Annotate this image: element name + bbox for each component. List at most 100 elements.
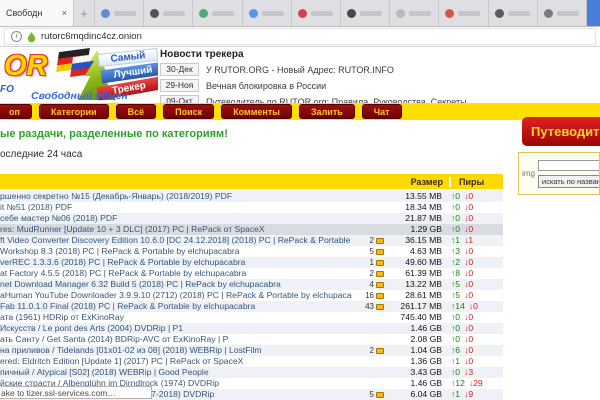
torrent-title-link[interactable]: verREC 1.3.3.6 (2018) PC | RePack & Port… bbox=[0, 257, 352, 268]
tab-close-icon[interactable]: × bbox=[62, 8, 67, 18]
site-logo[interactable]: OR FO Самый Лучший Трекер Свободный обме… bbox=[0, 48, 158, 103]
torrent-title-link[interactable]: на приливов / Tidelands [01x01-02 из 08]… bbox=[0, 345, 352, 356]
comments-cell[interactable]: 5 bbox=[352, 246, 384, 257]
tab-favicon bbox=[199, 9, 208, 18]
seeders-up-arrow: ↑0 bbox=[451, 312, 460, 322]
news-link[interactable]: У RUTOR.ORG - Новый Адрес: RUTOR.INFO bbox=[206, 65, 394, 75]
browser-tab[interactable] bbox=[538, 0, 587, 26]
comments-count: 1 bbox=[370, 257, 374, 268]
peers-cell: ↑0↓0 bbox=[442, 323, 503, 334]
torrent-title-link[interactable]: ered: Eldritch Edition [Update 1] (2017)… bbox=[0, 356, 352, 367]
peers-cell: ↑0↓0 bbox=[442, 202, 503, 213]
browser-tab[interactable] bbox=[144, 0, 193, 26]
peers-cell: ↑5↓0 bbox=[442, 290, 503, 301]
seeders-up-arrow: ↑1 bbox=[451, 235, 460, 245]
comment-bubble-icon bbox=[376, 249, 384, 255]
comment-bubble-icon bbox=[376, 293, 384, 299]
torrent-title-link[interactable]: ft Video Converter Discovery Edition 10.… bbox=[0, 235, 352, 246]
browser-tab[interactable] bbox=[95, 0, 144, 26]
comments-cell[interactable]: 2 bbox=[352, 268, 384, 279]
torrent-title-link[interactable]: пичный / Atypical [S02] (2018) WEBRip | … bbox=[0, 367, 352, 378]
guide-banner[interactable]: Путеводитель bbox=[522, 117, 600, 146]
comments-count: 5 bbox=[370, 389, 374, 400]
torrent-title-link[interactable]: Искусств / Le pont des Arts (2004) DVDRi… bbox=[0, 323, 352, 334]
torrent-title-link[interactable]: ата (1961) HDRip от ExKinoRay bbox=[0, 312, 352, 323]
nav-button[interactable]: Поиск bbox=[163, 104, 214, 119]
torrent-table: Размер Пиры ршенно секретно №15 (Декабрь… bbox=[0, 174, 503, 400]
search-by-name-input[interactable] bbox=[538, 175, 600, 188]
torrent-row: aHuman YouTube Downloader 3.9.9.10 (2712… bbox=[0, 290, 503, 301]
tab-title-placeholder bbox=[212, 11, 234, 16]
torrent-row: ft Video Converter Discovery Edition 10.… bbox=[0, 235, 503, 246]
leechers-down-arrow: ↓0 bbox=[464, 202, 473, 212]
torrent-size: 21.87 MB bbox=[384, 213, 442, 224]
seeders-up-arrow: ↑1 bbox=[451, 356, 460, 366]
seeders-up-arrow: ↑0 bbox=[451, 367, 460, 377]
comments-count: 5 bbox=[370, 246, 374, 257]
nav-button[interactable]: Залить bbox=[299, 104, 355, 119]
torrent-title-link[interactable]: себе мастер №06 (2018) PDF bbox=[0, 213, 352, 224]
browser-tab[interactable] bbox=[439, 0, 488, 26]
browser-tab[interactable] bbox=[390, 0, 439, 26]
seeders-up-arrow: ↑8 bbox=[451, 268, 460, 278]
comment-bubble-icon bbox=[376, 348, 384, 354]
tab-title-placeholder bbox=[114, 11, 136, 16]
torrent-row: ать Санту / Get Santa (2014) BDRip-AVC о… bbox=[0, 334, 503, 345]
torrent-size: 28.61 MB bbox=[384, 290, 442, 301]
url-field[interactable]: i rutorc6mqdinc4cz.onion bbox=[4, 28, 596, 45]
browser-tab[interactable] bbox=[489, 0, 538, 26]
tab-bar: Свободн × + bbox=[0, 0, 600, 27]
seeders-up-arrow: ↑5 bbox=[451, 279, 460, 289]
torrent-title-link[interactable]: net Download Manager 6.32 Build 5 (2018)… bbox=[0, 279, 352, 290]
tab-title-placeholder bbox=[163, 11, 185, 16]
nav-button[interactable]: Комменты bbox=[221, 104, 292, 119]
comment-bubble-icon bbox=[376, 238, 384, 244]
site-info-icon[interactable]: i bbox=[11, 31, 22, 42]
nav-button[interactable]: Чат bbox=[362, 104, 402, 119]
comments-cell[interactable]: 5 bbox=[352, 389, 384, 400]
torrent-title-link[interactable]: ршенно секретно №15 (Декабрь-Январь) (20… bbox=[0, 191, 352, 202]
leechers-down-arrow: ↓0 bbox=[464, 323, 473, 333]
torrent-title-link[interactable]: at Factory 4.5.5 (2018) PC | RePack & Po… bbox=[0, 268, 352, 279]
news-link[interactable]: Вечная блокировка в России bbox=[206, 81, 326, 91]
comments-cell[interactable]: 16 bbox=[352, 290, 384, 301]
comments-cell[interactable]: 4 bbox=[352, 279, 384, 290]
torrent-title-link[interactable]: res: MudRunner [Update 10 + 3 DLC] (2017… bbox=[0, 224, 352, 235]
nav-button[interactable]: Всё bbox=[116, 104, 157, 119]
torrent-title-link[interactable]: it №51 (2018) PDF bbox=[0, 202, 352, 213]
torrent-size: 2.08 GB bbox=[384, 334, 442, 345]
comments-cell[interactable]: 2 bbox=[352, 235, 384, 246]
comments-cell[interactable]: 2 bbox=[352, 345, 384, 356]
tab-favicon bbox=[396, 9, 405, 18]
nav-button[interactable]: Категории bbox=[39, 104, 109, 119]
browser-tab[interactable] bbox=[341, 0, 390, 26]
active-tab-title: Свободн bbox=[6, 8, 42, 18]
comments-cell[interactable]: 1 bbox=[352, 257, 384, 268]
torrent-title-link[interactable]: Fab 11.0.1.0 Final (2018) PC | RePack & … bbox=[0, 301, 352, 312]
browser-tab[interactable] bbox=[243, 0, 292, 26]
nav-button[interactable]: оп bbox=[0, 104, 32, 119]
new-tab-icon[interactable]: + bbox=[74, 0, 95, 26]
torrent-row: Workshop 8.3 (2018) PC | RePack & Portab… bbox=[0, 246, 503, 257]
torrent-title-link[interactable]: aHuman YouTube Downloader 3.9.9.10 (2712… bbox=[0, 290, 352, 301]
comments-cell[interactable]: 43 bbox=[352, 301, 384, 312]
last-24h-link[interactable]: оследние 24 часа bbox=[0, 149, 82, 160]
torrent-size: 36.15 MB bbox=[384, 235, 442, 246]
table-header: Размер Пиры bbox=[0, 174, 503, 189]
torrent-title-link[interactable]: ать Санту / Get Santa (2014) BDRip-AVC о… bbox=[0, 334, 352, 345]
news-item: 30-Дек У RUTOR.ORG - Новый Адрес: RUTOR.… bbox=[160, 63, 562, 76]
leechers-down-arrow: ↓0 bbox=[464, 279, 473, 289]
torrent-title-link[interactable]: Workshop 8.3 (2018) PC | RePack & Portab… bbox=[0, 246, 352, 257]
tab-favicon bbox=[150, 9, 159, 18]
browser-tab[interactable] bbox=[292, 0, 341, 26]
tab-title-placeholder bbox=[409, 11, 431, 16]
active-tab[interactable]: Свободн × bbox=[0, 0, 74, 26]
torrent-row: себе мастер №06 (2018) PDF21.87 MB↑0↓0 bbox=[0, 213, 503, 224]
offscreen-tab[interactable] bbox=[587, 0, 600, 26]
torrent-row: ата (1961) HDRip от ExKinoRay745.40 MB↑0… bbox=[0, 312, 503, 323]
torrent-size: 4.63 MB bbox=[384, 246, 442, 257]
comments-count: 16 bbox=[365, 290, 374, 301]
browser-tab[interactable] bbox=[193, 0, 242, 26]
peers-cell: ↑0↓0 bbox=[442, 312, 503, 323]
search-input[interactable] bbox=[538, 160, 600, 171]
